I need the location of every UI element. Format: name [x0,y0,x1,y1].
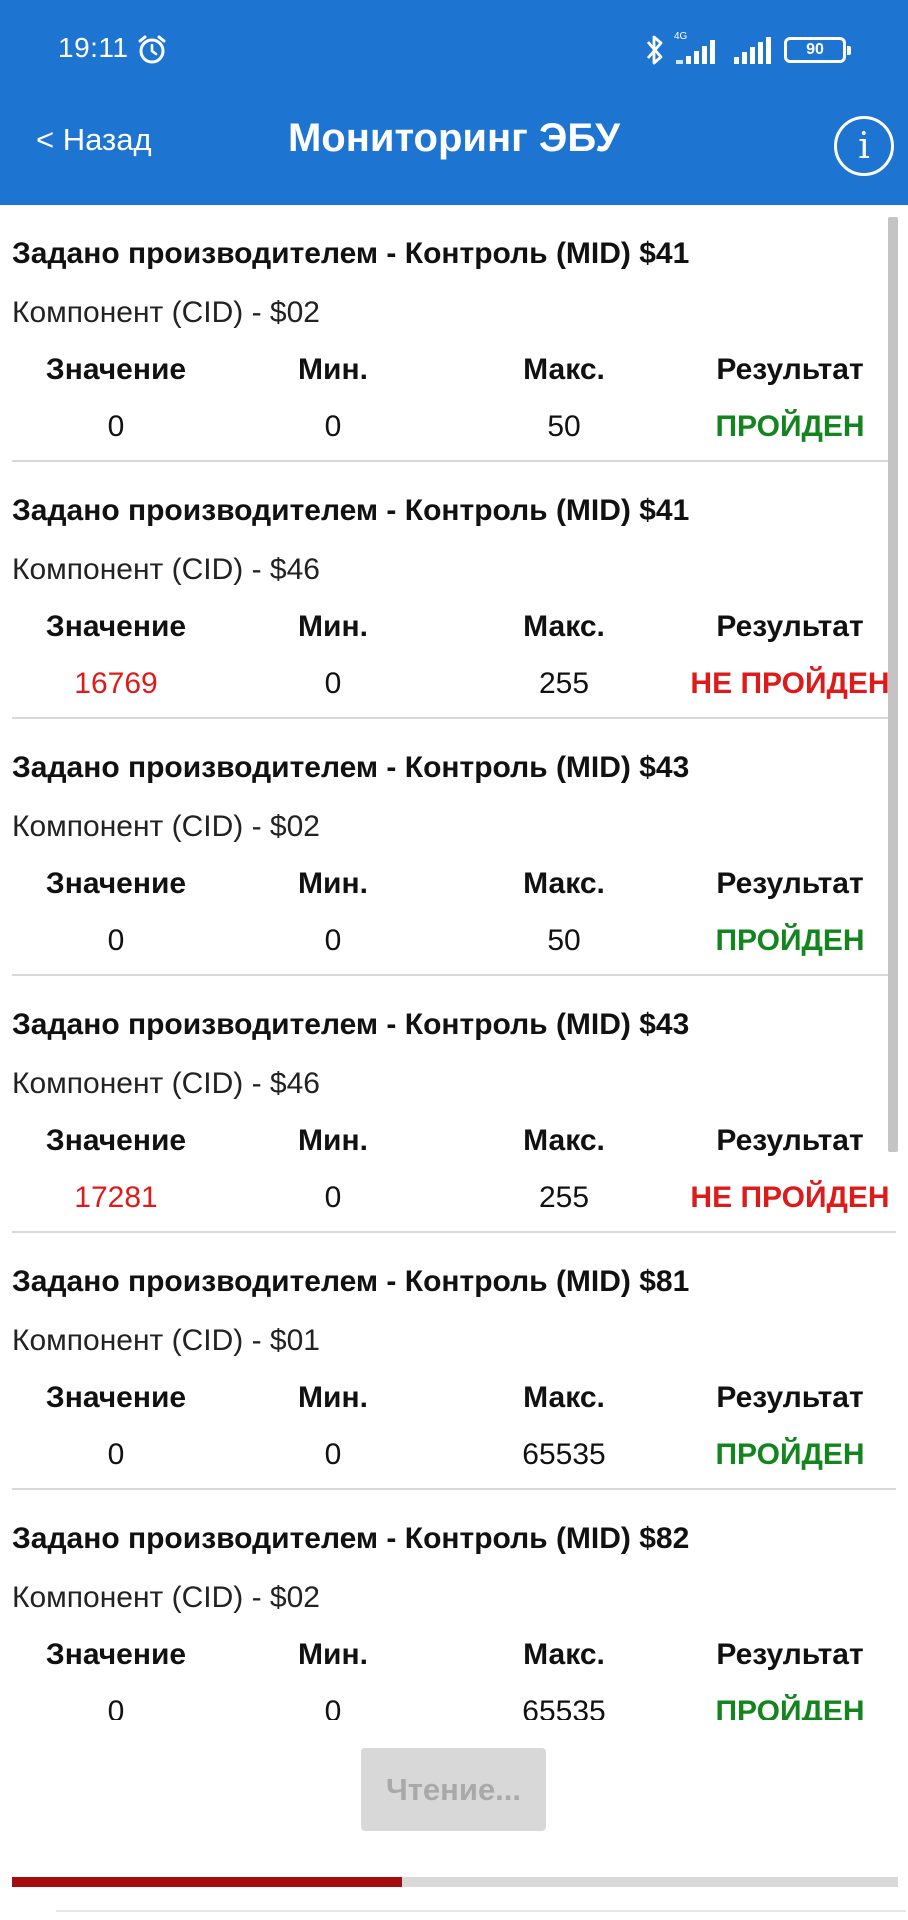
test-card: Задано производителем - Контроль (MID) $… [12,1490,896,1720]
component-id: Компонент (CID) - $02 [12,1581,320,1614]
column-header-value: Значение [45,1381,187,1414]
alarm-icon [138,35,166,64]
test-result: НЕ ПРОЙДЕН [690,1181,890,1214]
test-max: 50 [547,410,581,443]
test-card: Задано производителем - Контроль (MID) $… [12,719,896,976]
test-max: 255 [538,667,590,700]
column-header-value: Значение [45,610,187,643]
status-icons: 4G 90 [644,31,851,68]
test-max: 50 [547,924,581,957]
test-title: Задано производителем - Контроль (MID) $… [12,751,690,784]
test-max: 65535 [522,1438,606,1471]
column-header-result: Результат [716,610,864,643]
test-value: 16769 [74,667,158,700]
test-max: 255 [538,1181,590,1214]
test-max: 65535 [522,1695,606,1720]
component-id: Компонент (CID) - $02 [12,810,320,843]
column-header-result: Результат [716,1638,864,1671]
test-result: ПРОЙДЕН [715,1695,865,1720]
column-header-value: Значение [45,1124,187,1157]
column-header-result: Результат [716,353,864,386]
column-header-min: Мин. [298,353,368,386]
bluetooth-icon [646,35,663,65]
battery-icon: 90 [784,37,851,63]
app-bar: 19:11 4G 90 < Назад Мониторинг ЭБУ i [0,0,908,205]
test-title: Задано производителем - Контроль (MID) $… [12,1265,690,1298]
status-bar: 19:11 4G 90 [0,0,908,100]
progress-bar [12,1877,898,1887]
test-value: 0 [107,410,125,443]
column-header-min: Мин. [298,610,368,643]
signal-icon [734,37,771,64]
read-button[interactable]: Чтение... [361,1748,546,1831]
scrollbar[interactable] [888,217,898,1152]
test-title: Задано производителем - Контроль (MID) $… [12,237,690,270]
column-header-result: Результат [716,867,864,900]
test-min: 0 [324,1438,342,1471]
column-header-min: Мин. [298,1124,368,1157]
test-card: Задано производителем - Контроль (MID) $… [12,1233,896,1490]
test-result: ПРОЙДЕН [715,924,865,957]
status-time: 19:11 [58,32,129,63]
component-id: Компонент (CID) - $02 [12,296,320,329]
test-min: 0 [324,1181,342,1214]
test-title: Задано производителем - Контроль (MID) $… [12,1008,690,1041]
column-header-result: Результат [716,1124,864,1157]
test-min: 0 [324,410,342,443]
column-header-value: Значение [45,353,187,386]
signal-icon: 4G [674,31,722,65]
component-id: Компонент (CID) - $46 [12,1067,320,1100]
info-button[interactable]: i [834,116,894,176]
test-card: Задано производителем - Контроль (MID) $… [12,462,896,719]
test-card: Задано производителем - Контроль (MID) $… [12,976,896,1233]
column-header-max: Макс. [523,353,605,386]
column-header-result: Результат [716,1381,864,1414]
battery-level: 90 [806,41,824,58]
test-value: 0 [107,1438,125,1471]
column-header-max: Макс. [523,1124,605,1157]
test-title: Задано производителем - Контроль (MID) $… [12,494,690,527]
column-header-min: Мин. [298,1638,368,1671]
column-header-max: Макс. [523,610,605,643]
test-result: ПРОЙДЕН [715,410,865,443]
component-id: Компонент (CID) - $01 [12,1324,320,1357]
test-value: 0 [107,1695,125,1720]
network-type: 4G [674,31,688,42]
column-header-max: Макс. [523,1381,605,1414]
test-card: Задано производителем - Контроль (MID) $… [12,205,896,462]
test-min: 0 [324,1695,342,1720]
page-title: Мониторинг ЭБУ [287,116,621,160]
test-result: НЕ ПРОЙДЕН [690,667,890,700]
test-results-list[interactable]: Задано производителем - Контроль (MID) $… [0,205,908,1720]
column-header-max: Макс. [523,1638,605,1671]
test-min: 0 [324,924,342,957]
info-icon: i [858,125,870,167]
column-header-min: Мин. [298,867,368,900]
column-header-value: Значение [45,1638,187,1671]
nav-row: < Назад Мониторинг ЭБУ i [0,100,908,205]
component-id: Компонент (CID) - $46 [12,553,320,586]
divider [56,1910,906,1912]
test-min: 0 [324,667,342,700]
test-title: Задано производителем - Контроль (MID) $… [12,1522,690,1555]
test-value: 0 [107,924,125,957]
progress-fill [12,1877,402,1887]
test-result: ПРОЙДЕН [715,1438,865,1471]
test-value: 17281 [74,1181,158,1214]
column-header-min: Мин. [298,1381,368,1414]
column-header-max: Макс. [523,867,605,900]
column-header-value: Значение [45,867,187,900]
